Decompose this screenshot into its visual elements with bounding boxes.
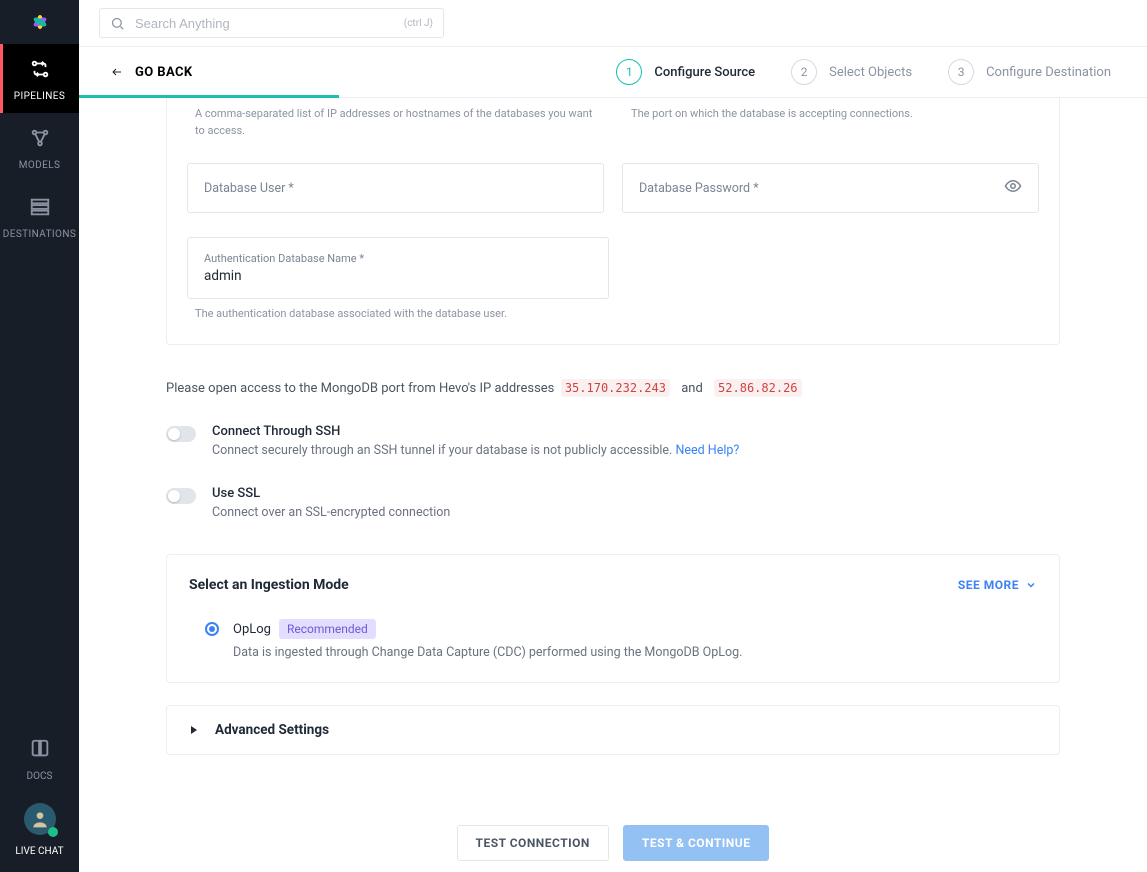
ingestion-mode-card: Select an Ingestion Mode SEE MORE OpLog … — [166, 554, 1060, 683]
ssh-toggle[interactable] — [166, 426, 196, 442]
ip-note-prefix: Please open access to the MongoDB port f… — [166, 381, 554, 396]
step-2[interactable]: 2 Select Objects — [791, 59, 912, 85]
ip-chip-1: 35.170.232.243 — [561, 379, 670, 397]
connection-settings-card: A comma-separated list of IP addresses o… — [166, 98, 1060, 345]
step-3[interactable]: 3 Configure Destination — [948, 59, 1111, 85]
ip-access-note: Please open access to the MongoDB port f… — [166, 345, 1060, 396]
nav-live-chat[interactable]: LIVE CHAT — [0, 793, 79, 872]
nav-pipelines[interactable]: PIPELINES — [0, 44, 79, 113]
chat-avatar — [24, 803, 56, 835]
password-visibility-toggle[interactable] — [1004, 177, 1022, 199]
see-more-button[interactable]: SEE MORE — [958, 578, 1037, 592]
step-2-label: Select Objects — [829, 65, 912, 80]
step-2-number: 2 — [791, 59, 817, 85]
database-password-field[interactable]: Database Password * — [622, 163, 1039, 213]
step-3-label: Configure Destination — [986, 65, 1111, 80]
progress-bar — [79, 95, 339, 98]
see-more-label: SEE MORE — [958, 578, 1019, 592]
ssh-desc-text: Connect securely through an SSH tunnel i… — [212, 443, 672, 458]
ssh-title: Connect Through SSH — [212, 424, 739, 439]
search-shortcut: (ctrl J) — [404, 18, 433, 29]
helper-host: A comma-separated list of IP addresses o… — [195, 106, 595, 139]
database-user-field[interactable]: Database User * — [187, 163, 604, 213]
ip-note-and: and — [681, 381, 703, 396]
arrow-left-icon — [109, 66, 125, 78]
test-connection-button[interactable]: TEST CONNECTION — [457, 825, 609, 861]
nav-docs[interactable]: DOCS — [0, 724, 79, 793]
ssh-desc: Connect securely through an SSH tunnel i… — [212, 443, 739, 458]
search-input[interactable] — [135, 16, 394, 31]
logo — [0, 0, 79, 44]
oplog-desc: Data is ingested through Change Data Cap… — [233, 645, 742, 660]
pipelines-icon — [29, 58, 51, 80]
go-back-button[interactable]: GO BACK — [109, 65, 193, 80]
chevron-down-icon — [1025, 579, 1037, 591]
nav-pipelines-label: PIPELINES — [14, 91, 65, 102]
nav-models[interactable]: MODELS — [0, 113, 79, 182]
auth-database-helper: The authentication database associated w… — [187, 299, 1039, 320]
auth-database-field[interactable]: Authentication Database Name * admin — [187, 237, 609, 299]
ssl-toggle[interactable] — [166, 488, 196, 504]
search-icon — [110, 16, 125, 31]
recommended-badge: Recommended — [279, 619, 376, 639]
advanced-settings-label: Advanced Settings — [215, 722, 329, 738]
hevo-logo-icon — [26, 8, 54, 36]
nav-chat-label: LIVE CHAT — [15, 846, 63, 857]
nav-destinations-label: DESTINATIONS — [3, 229, 76, 240]
nav-destinations[interactable]: DESTINATIONS — [0, 182, 79, 251]
topbar: (ctrl J) — [79, 0, 1147, 47]
stepper-row: GO BACK 1 Configure Source 2 Select Obje… — [79, 47, 1147, 98]
helper-port: The port on which the database is accept… — [631, 106, 1031, 139]
database-user-label: Database User * — [204, 181, 294, 196]
ssl-desc: Connect over an SSL-encrypted connection — [212, 505, 450, 520]
ip-chip-2: 52.86.82.26 — [714, 379, 801, 397]
nav-models-label: MODELS — [19, 160, 61, 171]
oplog-radio[interactable] — [205, 622, 219, 636]
ssh-help-link[interactable]: Need Help? — [675, 443, 739, 458]
search-box[interactable]: (ctrl J) — [99, 8, 444, 38]
sidebar: PIPELINES MODELS DESTINATIONS DOCS — [0, 0, 79, 872]
auth-database-value: admin — [204, 268, 242, 284]
go-back-label: GO BACK — [135, 65, 193, 80]
database-password-label: Database Password * — [639, 181, 759, 196]
test-continue-button[interactable]: TEST & CONTINUE — [623, 825, 770, 861]
step-1[interactable]: 1 Configure Source — [616, 59, 755, 85]
advanced-settings-toggle[interactable]: Advanced Settings — [166, 705, 1060, 755]
eye-icon — [1004, 177, 1022, 195]
oplog-title: OpLog — [233, 622, 271, 637]
avatar-icon — [30, 809, 50, 829]
docs-icon — [29, 738, 51, 760]
models-icon — [29, 127, 51, 149]
step-1-number: 1 — [616, 59, 642, 85]
ssl-title: Use SSL — [212, 486, 450, 501]
caret-right-icon — [189, 725, 199, 735]
step-1-label: Configure Source — [654, 65, 755, 80]
ingestion-heading: Select an Ingestion Mode — [189, 577, 349, 593]
destinations-icon — [29, 196, 51, 218]
auth-database-label: Authentication Database Name * — [204, 252, 364, 265]
nav-docs-label: DOCS — [27, 771, 53, 782]
step-3-number: 3 — [948, 59, 974, 85]
